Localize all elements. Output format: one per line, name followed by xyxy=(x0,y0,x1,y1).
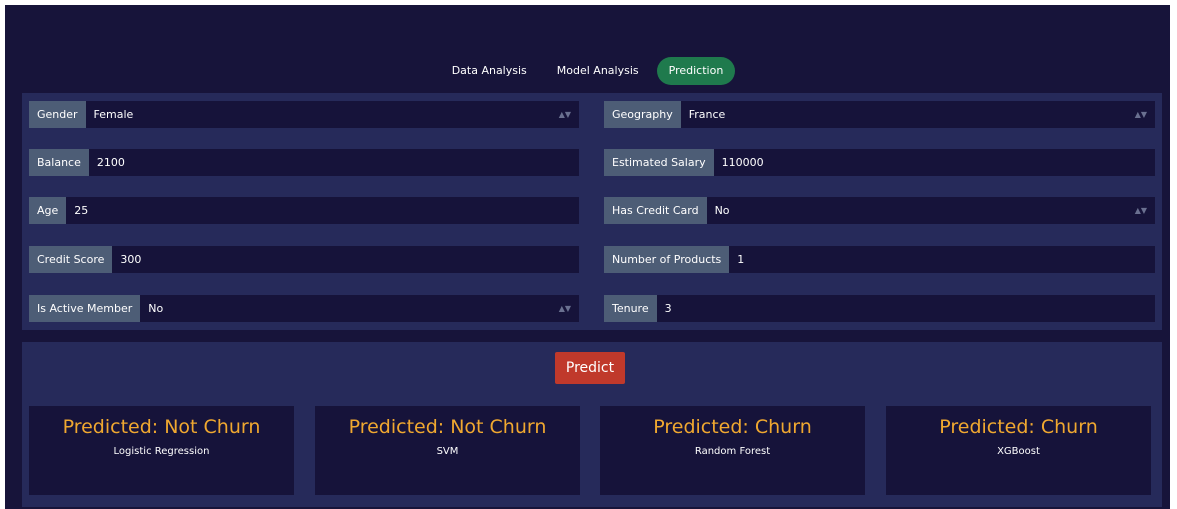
geography-value-text: France xyxy=(688,108,726,121)
prediction-card-svm: Predicted: Not Churn SVM xyxy=(315,406,580,495)
tenure-input[interactable]: 3 xyxy=(656,295,1155,322)
number-of-products-field[interactable]: Number of Products 1 xyxy=(604,246,1155,273)
estimated-salary-input[interactable]: 110000 xyxy=(713,149,1155,176)
chevron-updown-icon: ▲▼ xyxy=(1134,206,1147,215)
gender-label: Gender xyxy=(29,101,86,128)
tenure-label: Tenure xyxy=(604,295,657,322)
geography-value[interactable]: France ▲▼ xyxy=(680,101,1155,128)
prediction-result: Predicted: Churn xyxy=(939,416,1098,438)
chevron-updown-icon: ▲▼ xyxy=(558,304,571,313)
tab-data-analysis[interactable]: Data Analysis xyxy=(440,57,539,85)
number-of-products-label: Number of Products xyxy=(604,246,730,273)
predict-button[interactable]: Predict xyxy=(555,352,625,384)
chevron-updown-icon: ▲▼ xyxy=(558,110,571,119)
prediction-card-random-forest: Predicted: Churn Random Forest xyxy=(600,406,865,495)
balance-input[interactable]: 2100 xyxy=(88,149,579,176)
input-form-panel: Gender Female ▲▼ Balance 2100 Age 25 Cred… xyxy=(22,93,1162,330)
has-credit-card-value[interactable]: No ▲▼ xyxy=(706,197,1155,224)
prediction-result: Predicted: Churn xyxy=(653,416,812,438)
geography-select[interactable]: Geography France ▲▼ xyxy=(604,101,1155,128)
balance-field[interactable]: Balance 2100 xyxy=(29,149,579,176)
prediction-card-logistic-regression: Predicted: Not Churn Logistic Regression xyxy=(29,406,294,495)
model-name: Random Forest xyxy=(694,446,771,457)
gender-value[interactable]: Female ▲▼ xyxy=(85,101,579,128)
is-active-member-label: Is Active Member xyxy=(29,295,141,322)
tab-prediction[interactable]: Prediction xyxy=(656,57,736,85)
credit-score-input[interactable]: 300 xyxy=(112,246,579,273)
balance-label: Balance xyxy=(29,149,89,176)
prediction-card-xgboost: Predicted: Churn XGBoost xyxy=(886,406,1151,495)
is-active-member-value[interactable]: No ▲▼ xyxy=(140,295,579,322)
app-window: Data Analysis Model Analysis Prediction … xyxy=(5,5,1170,509)
age-input[interactable]: 25 xyxy=(66,197,579,224)
credit-score-field[interactable]: Credit Score 300 xyxy=(29,246,579,273)
is-active-member-value-text: No xyxy=(148,302,164,315)
geography-label: Geography xyxy=(604,101,681,128)
prediction-panel: Predict Predicted: Not Churn Logistic Re… xyxy=(22,342,1162,507)
chevron-updown-icon: ▲▼ xyxy=(1134,110,1147,119)
estimated-salary-label: Estimated Salary xyxy=(604,149,714,176)
age-label: Age xyxy=(29,197,67,224)
tab-model-analysis[interactable]: Model Analysis xyxy=(545,57,651,85)
age-field[interactable]: Age 25 xyxy=(29,197,579,224)
is-active-member-select[interactable]: Is Active Member No ▲▼ xyxy=(29,295,579,322)
tenure-field[interactable]: Tenure 3 xyxy=(604,295,1155,322)
model-name: Logistic Regression xyxy=(113,446,210,457)
gender-value-text: Female xyxy=(93,108,134,121)
prediction-result: Predicted: Not Churn xyxy=(62,416,261,438)
model-name: XGBoost xyxy=(997,446,1040,457)
credit-score-label: Credit Score xyxy=(29,246,113,273)
prediction-result: Predicted: Not Churn xyxy=(348,416,547,438)
number-of-products-input[interactable]: 1 xyxy=(729,246,1155,273)
has-credit-card-label: Has Credit Card xyxy=(604,197,707,224)
estimated-salary-field[interactable]: Estimated Salary 110000 xyxy=(604,149,1155,176)
has-credit-card-select[interactable]: Has Credit Card No ▲▼ xyxy=(604,197,1155,224)
gender-select[interactable]: Gender Female ▲▼ xyxy=(29,101,579,128)
has-credit-card-value-text: No xyxy=(714,204,730,217)
tab-bar: Data Analysis Model Analysis Prediction xyxy=(5,55,1170,87)
model-name: SVM xyxy=(436,446,459,457)
